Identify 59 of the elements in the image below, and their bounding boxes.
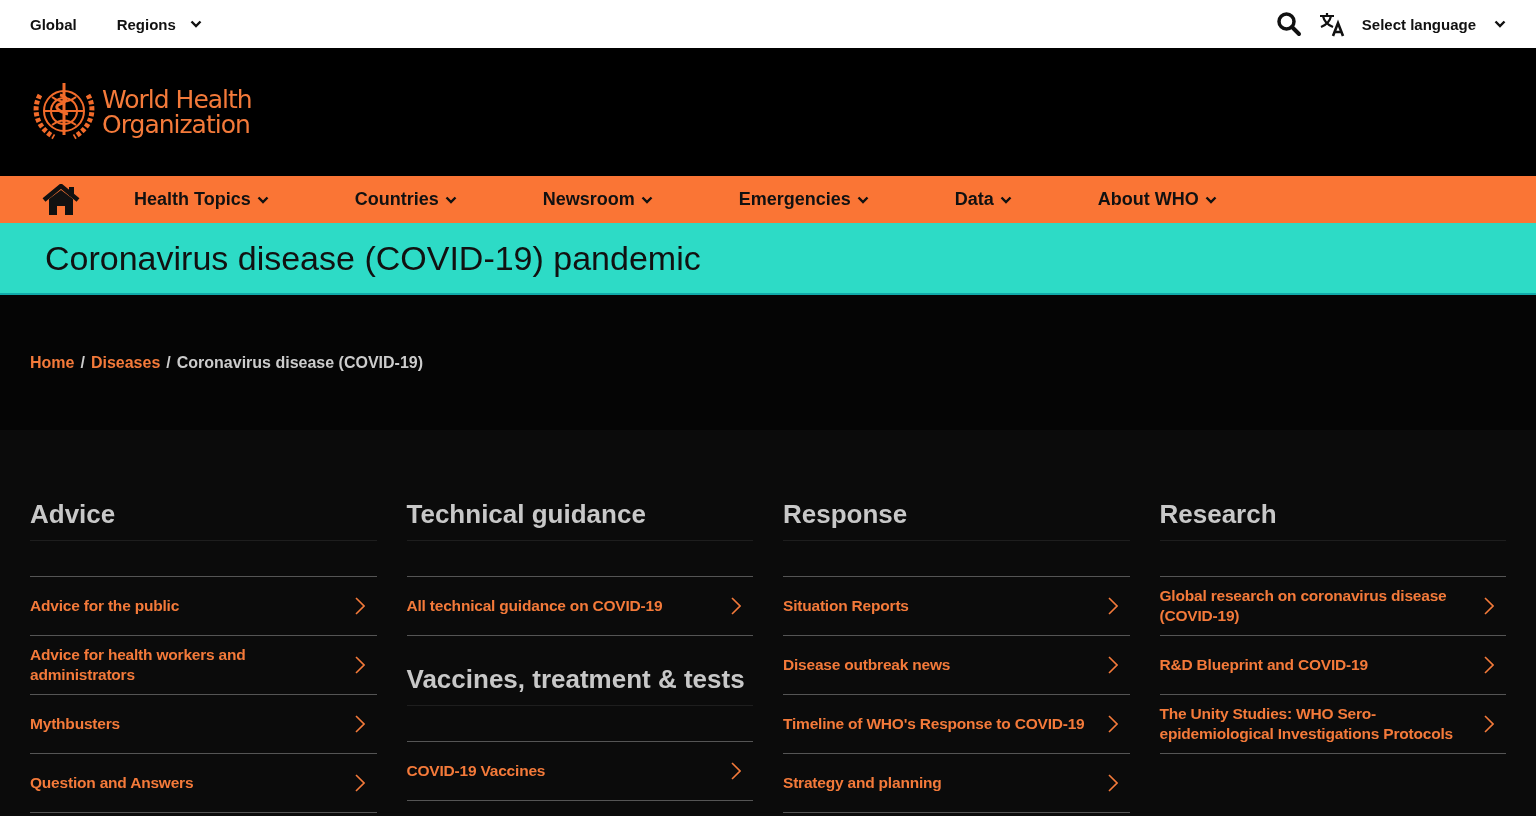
chevron-down-icon [856,195,869,204]
chevron-right-icon [1484,715,1494,733]
chevron-down-icon [999,195,1012,204]
link-row[interactable]: Timeline of WHO's Response to COVID-19 [783,695,1130,754]
nav-menu-item[interactable]: Countries [354,189,457,210]
link-row[interactable]: COVID-19 Vaccines [406,742,753,801]
section-heading: Vaccines, treatment & tests [406,663,753,706]
link-row[interactable]: Question and Answers [30,754,377,813]
chevron-down-icon [1494,20,1506,28]
breadcrumb-link[interactable]: Home [30,353,75,372]
top-link[interactable]: Regions [116,15,202,33]
nav-menu-item[interactable]: About WHO [1097,189,1217,210]
nav-menu-item[interactable]: Health Topics [134,189,269,210]
chevron-right-icon [354,656,365,674]
chevron-down-icon [256,195,269,204]
page-title: Coronavirus disease (COVID-19) pandemic [45,238,701,278]
link-row[interactable]: The Unity Studies: WHO Sero-epidemiological Investigations Protocols [1159,695,1506,754]
chevron-right-icon [354,774,365,792]
chevron-right-icon [1107,597,1118,615]
nav-menu-item[interactable]: Emergencies [738,189,869,210]
translate-icon[interactable] [1317,11,1346,37]
logo-text: World Health Organization [102,87,252,137]
chevron-right-icon [1107,656,1118,674]
language-select[interactable]: Select language [1361,15,1506,33]
chevron-down-icon [444,195,457,204]
chevron-right-icon [1107,715,1118,733]
link-row[interactable]: Situation Reports [783,577,1130,636]
chevron-down-icon [189,20,202,28]
home-icon[interactable] [42,183,80,216]
search-icon[interactable] [1275,11,1302,37]
nav-menu-item[interactable]: Newsroom [542,189,653,210]
link-row[interactable]: Advice for health workers and administrators [30,636,377,695]
link-row[interactable]: Mythbusters [30,695,377,754]
link-row[interactable]: Advice for the public [30,577,377,636]
link-row[interactable]: R&D Blueprint and COVID-19 [1159,636,1506,695]
who-logo[interactable]: World Health Organization [30,81,252,143]
section-heading: Research [1159,498,1506,541]
chevron-right-icon [731,597,741,615]
nav-menu-item[interactable]: Data [954,189,1012,210]
breadcrumb-separator: / [80,353,85,372]
link-row[interactable]: All technical guidance on COVID-19 [406,577,753,636]
breadcrumb-current: Coronavirus disease (COVID-19) [176,353,424,372]
chevron-right-icon [354,715,365,733]
chevron-right-icon [1107,774,1118,792]
link-row[interactable]: Global research on coronavirus disease (COVID-19) [1159,577,1506,636]
section-heading: Response [783,498,1130,541]
breadcrumb-separator: / [166,353,171,372]
chevron-right-icon [1484,656,1494,674]
link-row[interactable]: Strategy and planning [783,754,1130,813]
top-link[interactable]: Global [30,15,77,33]
chevron-right-icon [731,762,741,780]
chevron-right-icon [1484,597,1494,615]
link-row[interactable]: Disease outbreak news [783,636,1130,695]
chevron-down-icon [1204,195,1217,204]
chevron-right-icon [354,597,365,615]
section-heading: Technical guidance [406,498,753,541]
section-heading: Advice [30,498,377,541]
chevron-down-icon [640,195,653,204]
breadcrumb-link[interactable]: Diseases [90,353,161,372]
